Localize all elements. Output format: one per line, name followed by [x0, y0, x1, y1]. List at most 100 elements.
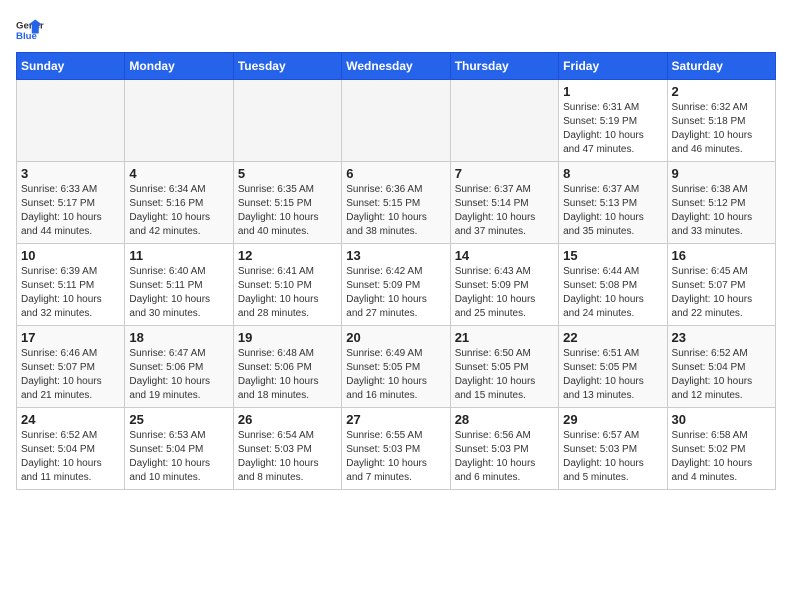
day-info: Sunrise: 6:38 AMSunset: 5:12 PMDaylight:…: [672, 183, 771, 239]
calendar-cell: 12Sunrise: 6:41 AMSunset: 5:10 PMDayligh…: [233, 244, 341, 326]
calendar-week-3: 10 Sunrise: 6:39 AMSunset: 5:11 PMDayligh…: [17, 244, 776, 326]
day-info: Sunrise: 6:32 AMSunset: 5:18 PMDaylight:…: [672, 101, 771, 157]
calendar-cell: [125, 80, 233, 162]
day-number: 24: [21, 412, 120, 427]
day-number: 21: [455, 330, 554, 345]
day-number: 1: [563, 84, 662, 99]
day-number: 16: [672, 248, 771, 263]
day-number: 4: [129, 166, 228, 181]
day-info: Sunrise: 6:37 AMSunset: 5:13 PMDaylight:…: [563, 183, 662, 239]
day-info: Sunrise: 6:36 AMSunset: 5:15 PMDaylight:…: [346, 183, 445, 239]
day-number: 18: [129, 330, 228, 345]
header-wednesday: Wednesday: [342, 53, 450, 80]
day-number: 28: [455, 412, 554, 427]
calendar-cell: [450, 80, 558, 162]
day-number: 15: [563, 248, 662, 263]
calendar-cell: 2 Sunrise: 6:32 AMSunset: 5:18 PMDaylight…: [667, 80, 775, 162]
day-info: Sunrise: 6:45 AMSunset: 5:07 PMDaylight:…: [672, 265, 771, 321]
calendar-cell: 11 Sunrise: 6:40 AMSunset: 5:11 PMDayligh…: [125, 244, 233, 326]
calendar-cell: [342, 80, 450, 162]
calendar-cell: 1 Sunrise: 6:31 AMSunset: 5:19 PMDaylight…: [559, 80, 667, 162]
day-info: Sunrise: 6:35 AMSunset: 5:15 PMDaylight:…: [238, 183, 337, 239]
day-number: 29: [563, 412, 662, 427]
calendar-cell: 3Sunrise: 6:33 AMSunset: 5:17 PMDaylight…: [17, 162, 125, 244]
day-info: Sunrise: 6:31 AMSunset: 5:19 PMDaylight:…: [563, 101, 662, 157]
header-tuesday: Tuesday: [233, 53, 341, 80]
calendar-cell: 21 Sunrise: 6:50 AMSunset: 5:05 PMDayligh…: [450, 326, 558, 408]
calendar-cell: [233, 80, 341, 162]
calendar-cell: 30 Sunrise: 6:58 AMSunset: 5:02 PMDayligh…: [667, 408, 775, 490]
day-info: Sunrise: 6:58 AMSunset: 5:02 PMDaylight:…: [672, 429, 771, 485]
day-info: Sunrise: 6:44 AMSunset: 5:08 PMDaylight:…: [563, 265, 662, 321]
day-info: Sunrise: 6:46 AMSunset: 5:07 PMDaylight:…: [21, 347, 120, 403]
day-info: Sunrise: 6:57 AMSunset: 5:03 PMDaylight:…: [563, 429, 662, 485]
day-number: 2: [672, 84, 771, 99]
day-info: Sunrise: 6:52 AMSunset: 5:04 PMDaylight:…: [672, 347, 771, 403]
calendar-cell: 24 Sunrise: 6:52 AMSunset: 5:04 PMDayligh…: [17, 408, 125, 490]
day-info: Sunrise: 6:56 AMSunset: 5:03 PMDaylight:…: [455, 429, 554, 485]
calendar-cell: 8 Sunrise: 6:37 AMSunset: 5:13 PMDaylight…: [559, 162, 667, 244]
header-friday: Friday: [559, 53, 667, 80]
day-info: Sunrise: 6:47 AMSunset: 5:06 PMDaylight:…: [129, 347, 228, 403]
calendar-cell: 4 Sunrise: 6:34 AMSunset: 5:16 PMDaylight…: [125, 162, 233, 244]
day-info: Sunrise: 6:50 AMSunset: 5:05 PMDaylight:…: [455, 347, 554, 403]
day-info: Sunrise: 6:40 AMSunset: 5:11 PMDaylight:…: [129, 265, 228, 321]
day-number: 30: [672, 412, 771, 427]
day-number: 22: [563, 330, 662, 345]
calendar-week-1: 1 Sunrise: 6:31 AMSunset: 5:19 PMDaylight…: [17, 80, 776, 162]
day-number: 14: [455, 248, 554, 263]
header-sunday: Sunday: [17, 53, 125, 80]
calendar-week-4: 17 Sunrise: 6:46 AMSunset: 5:07 PMDayligh…: [17, 326, 776, 408]
calendar-cell: 23 Sunrise: 6:52 AMSunset: 5:04 PMDayligh…: [667, 326, 775, 408]
calendar-cell: 9 Sunrise: 6:38 AMSunset: 5:12 PMDaylight…: [667, 162, 775, 244]
calendar-cell: 13Sunrise: 6:42 AMSunset: 5:09 PMDayligh…: [342, 244, 450, 326]
day-number: 9: [672, 166, 771, 181]
day-number: 3: [21, 166, 120, 181]
day-number: 10: [21, 248, 120, 263]
calendar-cell: 15 Sunrise: 6:44 AMSunset: 5:08 PMDayligh…: [559, 244, 667, 326]
day-number: 27: [346, 412, 445, 427]
day-info: Sunrise: 6:43 AMSunset: 5:09 PMDaylight:…: [455, 265, 554, 321]
calendar-cell: 20Sunrise: 6:49 AMSunset: 5:05 PMDayligh…: [342, 326, 450, 408]
svg-text:General: General: [16, 20, 44, 31]
calendar-cell: 17 Sunrise: 6:46 AMSunset: 5:07 PMDayligh…: [17, 326, 125, 408]
calendar-cell: 22 Sunrise: 6:51 AMSunset: 5:05 PMDayligh…: [559, 326, 667, 408]
day-number: 25: [129, 412, 228, 427]
page-header: General Blue: [16, 16, 776, 44]
calendar-cell: 29 Sunrise: 6:57 AMSunset: 5:03 PMDayligh…: [559, 408, 667, 490]
day-info: Sunrise: 6:54 AMSunset: 5:03 PMDaylight:…: [238, 429, 337, 485]
day-number: 6: [346, 166, 445, 181]
calendar-cell: 14 Sunrise: 6:43 AMSunset: 5:09 PMDayligh…: [450, 244, 558, 326]
day-info: Sunrise: 6:53 AMSunset: 5:04 PMDaylight:…: [129, 429, 228, 485]
day-info: Sunrise: 6:34 AMSunset: 5:16 PMDaylight:…: [129, 183, 228, 239]
day-number: 26: [238, 412, 337, 427]
day-number: 19: [238, 330, 337, 345]
calendar-cell: 25 Sunrise: 6:53 AMSunset: 5:04 PMDayligh…: [125, 408, 233, 490]
header-thursday: Thursday: [450, 53, 558, 80]
calendar-cell: 28 Sunrise: 6:56 AMSunset: 5:03 PMDayligh…: [450, 408, 558, 490]
day-number: 13: [346, 248, 445, 263]
calendar-header-row: Sunday Monday Tuesday Wednesday Thursday…: [17, 53, 776, 80]
logo-icon: General Blue: [16, 16, 44, 44]
calendar-cell: 19 Sunrise: 6:48 AMSunset: 5:06 PMDayligh…: [233, 326, 341, 408]
day-info: Sunrise: 6:49 AMSunset: 5:05 PMDaylight:…: [346, 347, 445, 403]
header-saturday: Saturday: [667, 53, 775, 80]
day-number: 12: [238, 248, 337, 263]
calendar-cell: 6 Sunrise: 6:36 AMSunset: 5:15 PMDaylight…: [342, 162, 450, 244]
day-number: 11: [129, 248, 228, 263]
day-number: 5: [238, 166, 337, 181]
calendar-cell: 27Sunrise: 6:55 AMSunset: 5:03 PMDayligh…: [342, 408, 450, 490]
day-info: Sunrise: 6:52 AMSunset: 5:04 PMDaylight:…: [21, 429, 120, 485]
day-info: Sunrise: 6:37 AMSunset: 5:14 PMDaylight:…: [455, 183, 554, 239]
header-monday: Monday: [125, 53, 233, 80]
calendar-week-2: 3Sunrise: 6:33 AMSunset: 5:17 PMDaylight…: [17, 162, 776, 244]
day-info: Sunrise: 6:48 AMSunset: 5:06 PMDaylight:…: [238, 347, 337, 403]
day-number: 17: [21, 330, 120, 345]
day-number: 7: [455, 166, 554, 181]
day-number: 8: [563, 166, 662, 181]
day-number: 23: [672, 330, 771, 345]
day-info: Sunrise: 6:51 AMSunset: 5:05 PMDaylight:…: [563, 347, 662, 403]
calendar-cell: 16 Sunrise: 6:45 AMSunset: 5:07 PMDayligh…: [667, 244, 775, 326]
calendar-cell: 18 Sunrise: 6:47 AMSunset: 5:06 PMDayligh…: [125, 326, 233, 408]
day-info: Sunrise: 6:39 AMSunset: 5:11 PMDaylight:…: [21, 265, 120, 321]
